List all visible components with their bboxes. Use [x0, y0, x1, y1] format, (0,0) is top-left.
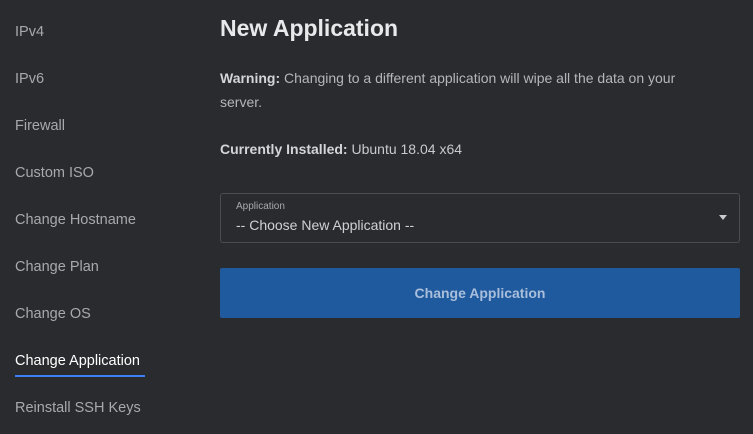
sidebar-item-ipv6[interactable]: IPv6	[15, 70, 44, 88]
warning-label: Warning:	[220, 70, 281, 86]
warning-message: Warning: Changing to a different applica…	[220, 66, 720, 114]
sidebar-item-change-plan[interactable]: Change Plan	[15, 258, 99, 276]
sidebar-item-firewall[interactable]: Firewall	[15, 117, 65, 135]
application-select-label: Application	[236, 201, 285, 212]
sidebar-item-change-hostname[interactable]: Change Hostname	[15, 211, 136, 229]
installed-label: Currently Installed:	[220, 141, 348, 157]
app-root: IPv4 IPv6 Firewall Custom ISO Change Hos…	[0, 0, 753, 434]
installed-value: Ubuntu 18.04 x64	[351, 141, 463, 157]
sidebar: IPv4 IPv6 Firewall Custom ISO Change Hos…	[0, 0, 200, 434]
warning-text: Changing to a different application will…	[220, 70, 676, 110]
page-title: New Application	[220, 15, 399, 41]
sidebar-item-custom-iso[interactable]: Custom ISO	[15, 164, 94, 182]
caret-down-icon	[719, 215, 727, 220]
application-select[interactable]: Application -- Choose New Application --	[220, 193, 740, 243]
active-tab-indicator	[15, 375, 145, 377]
currently-installed: Currently Installed: Ubuntu 18.04 x64	[220, 140, 462, 158]
sidebar-item-reinstall-ssh-keys[interactable]: Reinstall SSH Keys	[15, 399, 141, 417]
application-select-value: -- Choose New Application --	[236, 217, 415, 233]
change-application-button[interactable]: Change Application	[220, 268, 740, 318]
sidebar-item-change-application[interactable]: Change Application	[15, 352, 140, 370]
main-panel: New Application Warning: Changing to a d…	[220, 0, 740, 434]
sidebar-item-ipv4[interactable]: IPv4	[15, 23, 44, 41]
sidebar-item-change-os[interactable]: Change OS	[15, 305, 91, 323]
